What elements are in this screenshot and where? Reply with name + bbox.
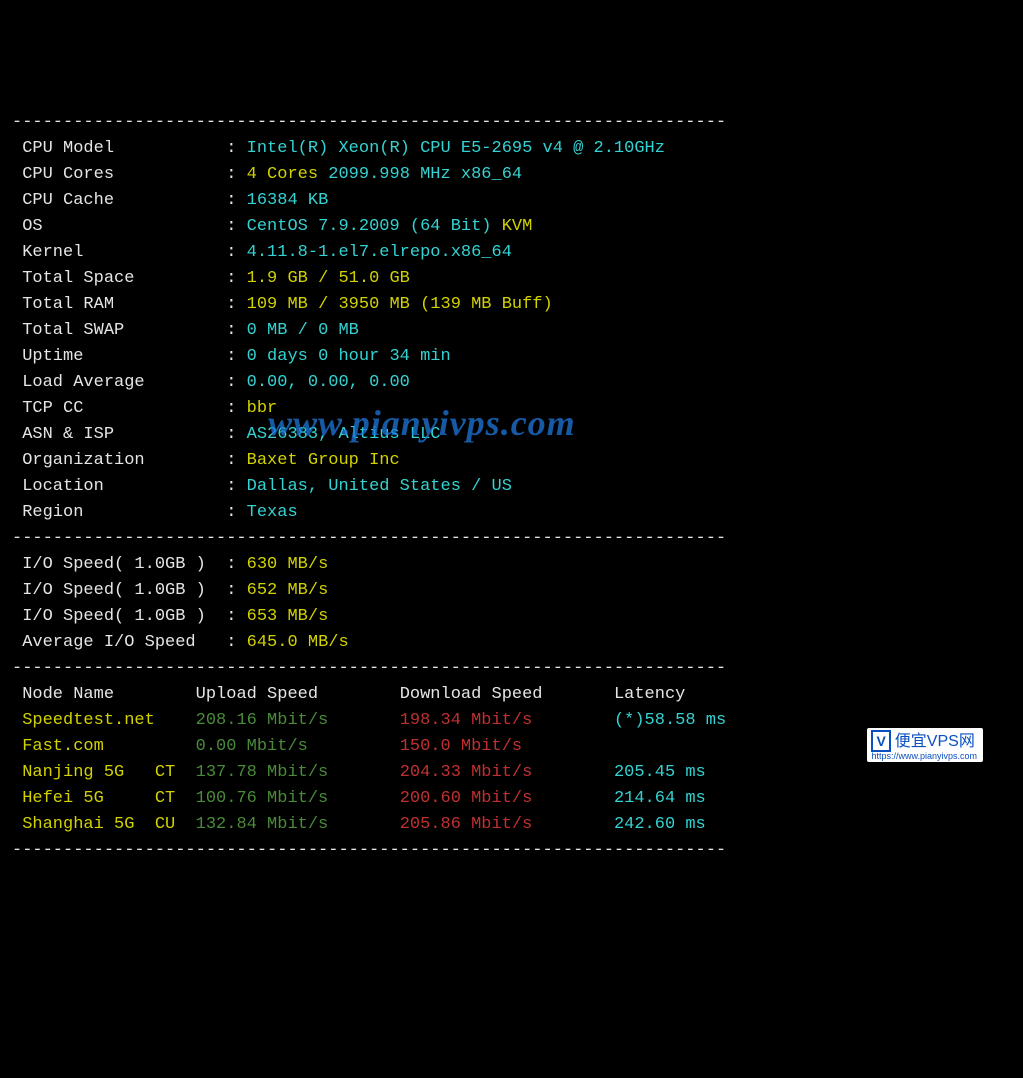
- value-virt: KVM: [502, 217, 533, 236]
- watermark-text: 便宜VPS网: [895, 733, 975, 750]
- label-total-ram: Total RAM: [12, 295, 226, 314]
- label-cpu-cores: CPU Cores: [12, 165, 226, 184]
- speed-download: 200.60 Mbit/s: [400, 789, 614, 808]
- speed-upload: 132.84 Mbit/s: [196, 815, 400, 834]
- speed-latency: 214.64 ms: [614, 789, 706, 808]
- value-uptime: 0 days 0 hour 34 min: [247, 347, 451, 366]
- watermark-icon: V: [871, 730, 890, 752]
- label-os: OS: [12, 217, 226, 236]
- label-asn-isp: ASN & ISP: [12, 425, 226, 444]
- value-io-2: 652 MB/s: [247, 581, 329, 600]
- value-total-space: 1.9 GB / 51.0 GB: [247, 269, 410, 288]
- label-kernel: Kernel: [12, 243, 226, 262]
- speed-latency: 242.60 ms: [614, 815, 706, 834]
- speed-node: Hefei 5G CT: [22, 789, 195, 808]
- value-cpu-freq: 2099.998 MHz x86_64: [328, 165, 522, 184]
- speed-upload: 137.78 Mbit/s: [196, 763, 400, 782]
- value-total-ram: 109 MB / 3950 MB (139 MB Buff): [247, 295, 553, 314]
- divider: ----------------------------------------…: [12, 529, 726, 548]
- value-io-3: 653 MB/s: [247, 607, 329, 626]
- speed-upload: 208.16 Mbit/s: [196, 711, 400, 730]
- label-io-avg: Average I/O Speed: [12, 633, 226, 652]
- speed-latency: (*)58.58 ms: [614, 711, 726, 730]
- value-os: CentOS 7.9.2009 (64 Bit): [247, 217, 492, 236]
- speed-download: 205.86 Mbit/s: [400, 815, 614, 834]
- label-io-speed: I/O Speed( 1.0GB ): [12, 581, 226, 600]
- value-asn-isp: AS26383, Altius LLC: [247, 425, 441, 444]
- label-io-speed: I/O Speed( 1.0GB ): [12, 555, 226, 574]
- value-total-swap: 0 MB / 0 MB: [247, 321, 359, 340]
- label-total-space: Total Space: [12, 269, 226, 288]
- header-upload: Upload Speed: [196, 685, 400, 704]
- value-io-1: 630 MB/s: [247, 555, 329, 574]
- value-region: Texas: [247, 503, 298, 522]
- divider: ----------------------------------------…: [12, 841, 726, 860]
- speed-node: Nanjing 5G CT: [22, 763, 195, 782]
- speed-download: 198.34 Mbit/s: [400, 711, 614, 730]
- value-location: Dallas, United States / US: [247, 477, 512, 496]
- label-uptime: Uptime: [12, 347, 226, 366]
- label-cpu-cache: CPU Cache: [12, 191, 226, 210]
- label-io-speed: I/O Speed( 1.0GB ): [12, 607, 226, 626]
- divider: ----------------------------------------…: [12, 659, 726, 678]
- header-latency: Latency: [614, 685, 685, 704]
- value-cpu-cache: 16384 KB: [247, 191, 329, 210]
- speed-upload: 100.76 Mbit/s: [196, 789, 400, 808]
- speed-node: Speedtest.net: [22, 711, 195, 730]
- speed-download: 150.0 Mbit/s: [400, 737, 614, 756]
- divider: ----------------------------------------…: [12, 113, 726, 132]
- speed-node: Fast.com: [22, 737, 195, 756]
- value-organization: Baxet Group Inc: [247, 451, 400, 470]
- value-kernel: 4.11.8-1.el7.elrepo.x86_64: [247, 243, 512, 262]
- speed-latency: 205.45 ms: [614, 763, 706, 782]
- label-load-avg: Load Average: [12, 373, 226, 392]
- value-io-avg: 645.0 MB/s: [247, 633, 349, 652]
- label-tcp-cc: TCP CC: [12, 399, 226, 418]
- value-cpu-cores: 4 Cores: [247, 165, 318, 184]
- value-load-avg: 0.00, 0.00, 0.00: [247, 373, 410, 392]
- speed-download: 204.33 Mbit/s: [400, 763, 614, 782]
- label-location: Location: [12, 477, 226, 496]
- header-node: Node Name: [12, 685, 196, 704]
- value-tcp-cc: bbr: [247, 399, 278, 418]
- watermark-url: https://www.pianyivps.com: [871, 752, 977, 761]
- label-organization: Organization: [12, 451, 226, 470]
- label-cpu-model: CPU Model: [12, 139, 226, 158]
- speed-upload: 0.00 Mbit/s: [196, 737, 400, 756]
- header-download: Download Speed: [400, 685, 614, 704]
- watermark-badge: V 便宜VPS网 https://www.pianyivps.com: [867, 728, 983, 762]
- value-cpu-model: Intel(R) Xeon(R) CPU E5-2695 v4 @ 2.10GH…: [247, 139, 665, 158]
- label-total-swap: Total SWAP: [12, 321, 226, 340]
- speed-node: Shanghai 5G CU: [22, 815, 195, 834]
- label-region: Region: [12, 503, 226, 522]
